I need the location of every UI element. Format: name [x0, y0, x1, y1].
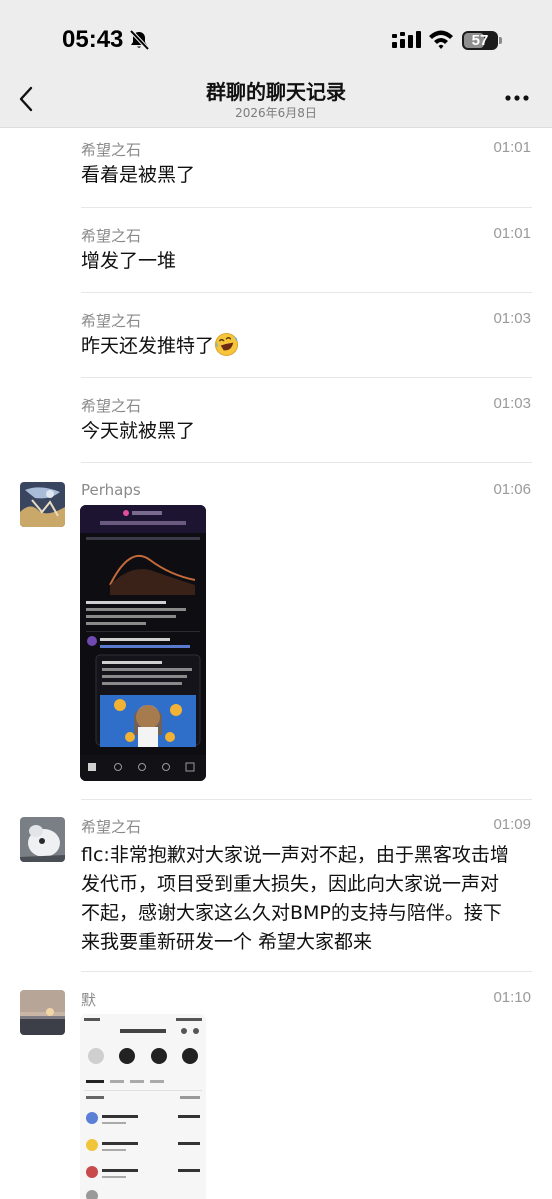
message-time: 01:06	[493, 481, 531, 498]
status-time: 05:43	[62, 26, 124, 53]
message-text-line: 不起，感谢大家这么久对BMP的支持与陪伴。接下	[81, 902, 502, 924]
image-thumbnail[interactable]	[80, 505, 206, 781]
divider	[81, 207, 532, 208]
message-item[interactable]: 希望之石 01:01 看着是被黑了	[0, 137, 552, 207]
divider	[81, 292, 532, 293]
wifi-icon	[429, 30, 453, 49]
message-time: 01:10	[493, 989, 531, 1006]
sender-name: 希望之石	[81, 141, 142, 159]
sender-name: 希望之石	[81, 312, 142, 330]
message-time: 01:01	[493, 139, 531, 156]
sender-name: Perhaps	[81, 481, 141, 499]
sender-name: 默	[81, 991, 97, 1009]
message-text-line: flc:非常抱歉对大家说一声对不起，由于黑客攻击增	[81, 844, 509, 866]
bell-slash-icon	[129, 29, 150, 51]
sender-name: 希望之石	[81, 227, 142, 245]
battery-level: 57	[471, 32, 489, 49]
cellular-signal-icon	[392, 31, 421, 48]
message-text: 今天就被黑了	[81, 420, 196, 442]
message-item[interactable]: 希望之石 01:03 昨天还发推特了	[0, 308, 552, 378]
divider	[81, 971, 532, 972]
message-text-line: 发代币，项目受到重大损失，因此向大家说一声对	[81, 873, 500, 895]
message-item[interactable]: 希望之石 01:03 今天就被黑了	[0, 393, 552, 463]
more-dots-icon[interactable]	[504, 94, 530, 102]
message-text: 增发了一堆	[81, 250, 177, 272]
message-item[interactable]: 希望之石 01:09 flc:非常抱歉对大家说一声对不起，由于黑客攻击增 发代币…	[0, 814, 552, 964]
message-time: 01:09	[493, 816, 531, 833]
message-time: 01:03	[493, 395, 531, 412]
page-subtitle-date: 2026年6月8日	[235, 106, 317, 120]
status-bar: 05:43 57	[0, 0, 552, 80]
message-text: 看着是被黑了	[81, 164, 196, 186]
image-thumbnail[interactable]	[80, 1014, 206, 1199]
message-time: 01:03	[493, 310, 531, 327]
battery-tip	[499, 37, 502, 44]
message-item[interactable]: 希望之石 01:01 增发了一堆	[0, 223, 552, 293]
message-text-line: 昨天还发推特了	[81, 332, 239, 361]
battery-icon: 57	[462, 31, 498, 50]
sender-name: 希望之石	[81, 818, 142, 836]
message-time: 01:01	[493, 225, 531, 242]
divider	[81, 799, 532, 800]
sender-name: 希望之石	[81, 397, 142, 415]
message-text: 昨天还发推特了	[81, 335, 215, 357]
rolling-laughing-emoji-icon	[214, 332, 239, 357]
divider	[81, 462, 532, 463]
page-title: 群聊的聊天记录	[206, 80, 346, 104]
message-text-line: 来我要重新研发一个 希望大家都来	[81, 931, 373, 953]
message-text: flc:非常抱歉对大家说一声对不起，由于黑客攻击增 发代币，项目受到重大损失，因…	[81, 841, 509, 957]
divider	[81, 377, 532, 378]
nav-bar: 群聊的聊天记录 2026年6月8日	[0, 72, 552, 128]
